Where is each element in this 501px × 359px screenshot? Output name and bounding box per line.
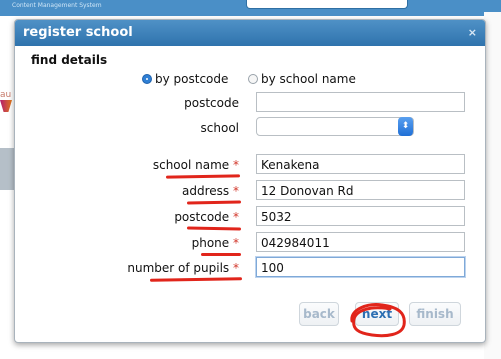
- phone-label: phone *: [39, 236, 239, 250]
- required-marker: *: [233, 158, 239, 172]
- postcode-label-text: postcode: [174, 210, 230, 224]
- app-header-bar: Content Management System: [0, 0, 501, 16]
- annotation-underline-postcode: [186, 226, 242, 231]
- pupils-field[interactable]: 100: [256, 257, 465, 277]
- radio-selected-icon[interactable]: [142, 74, 152, 84]
- school-select[interactable]: ⬍: [256, 117, 414, 136]
- section-title: find details: [31, 53, 108, 67]
- dialog-title: register school: [23, 25, 133, 40]
- annotation-underline-phone: [201, 253, 241, 256]
- radio-by-postcode-label: by postcode: [155, 72, 229, 86]
- app-subtitle: Content Management System: [12, 2, 102, 9]
- address-label-text: address: [182, 184, 230, 198]
- address-label: address *: [39, 184, 239, 198]
- select-arrows-icon[interactable]: ⬍: [398, 117, 413, 136]
- annotation-underline-pupils: [149, 277, 243, 282]
- school-name-field[interactable]: Kenakena: [256, 154, 465, 174]
- radio-by-postcode[interactable]: by postcode: [142, 72, 228, 86]
- finish-button[interactable]: finish: [409, 302, 461, 326]
- radio-unselected-icon[interactable]: [248, 74, 258, 84]
- back-button[interactable]: back: [299, 302, 339, 326]
- phone-label-text: phone: [191, 236, 230, 250]
- register-school-dialog: register school × find details by postco…: [14, 19, 486, 343]
- school-name-label: school name *: [39, 158, 239, 172]
- postcode-field[interactable]: 5032: [256, 206, 465, 226]
- app-logo: au: [0, 90, 14, 120]
- required-marker: *: [233, 261, 239, 275]
- radio-by-school-name[interactable]: by school name: [248, 72, 356, 86]
- radio-by-school-name-label: by school name: [261, 72, 356, 86]
- annotation-underline-school-name: [165, 174, 241, 179]
- app-right-edge: [484, 12, 501, 359]
- annotation-circle-next: [350, 303, 406, 338]
- app-search-input[interactable]: [246, 0, 408, 9]
- school-select-label: school: [200, 121, 239, 135]
- phone-field[interactable]: 042984011: [256, 232, 465, 252]
- postcode-label: postcode *: [39, 210, 239, 224]
- required-marker: *: [233, 236, 239, 250]
- required-marker: *: [233, 210, 239, 224]
- search-postcode-label: postcode: [184, 96, 239, 110]
- app-side-band: [0, 148, 14, 190]
- school-name-label-text: school name: [152, 158, 230, 172]
- pupils-label: number of pupils *: [39, 261, 239, 275]
- address-field[interactable]: 12 Donovan Rd: [256, 180, 465, 200]
- pupils-label-text: number of pupils: [127, 261, 230, 275]
- search-postcode-input[interactable]: [256, 92, 465, 112]
- close-icon[interactable]: ×: [468, 26, 477, 39]
- required-marker: *: [233, 184, 239, 198]
- dialog-titlebar[interactable]: register school ×: [15, 20, 485, 46]
- annotation-underline-address: [186, 200, 242, 205]
